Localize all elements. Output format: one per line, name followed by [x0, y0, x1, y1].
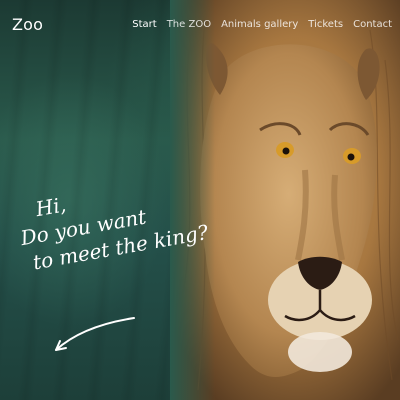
brand-logo[interactable]: Zoo	[12, 15, 43, 34]
curved-arrow-icon	[55, 317, 135, 351]
nav-item-tickets[interactable]: Tickets	[308, 19, 343, 30]
nav-item-animals-gallery[interactable]: Animals gallery	[221, 19, 298, 30]
nav-item-start[interactable]: Start	[132, 19, 156, 30]
top-navbar: Zoo Start The ZOO Animals gallery Ticket…	[0, 0, 400, 48]
nav-menu: Start The ZOO Animals gallery Tickets Co…	[132, 19, 392, 30]
nav-item-contact[interactable]: Contact	[353, 19, 392, 30]
nav-item-the-zoo[interactable]: The ZOO	[167, 19, 211, 30]
